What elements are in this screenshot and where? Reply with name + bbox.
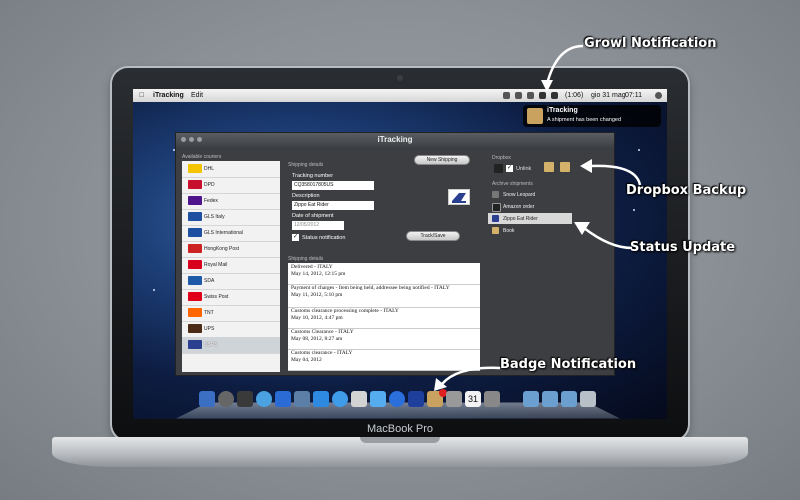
camera xyxy=(397,75,403,81)
photo-booth-icon[interactable] xyxy=(446,391,462,407)
menu-app-name[interactable]: iTracking xyxy=(153,89,184,102)
courier-item[interactable]: DHL xyxy=(182,161,280,178)
mission-control-icon[interactable] xyxy=(237,391,253,407)
description-label: Description xyxy=(292,193,320,199)
archive-item[interactable]: Book xyxy=(488,225,572,236)
description-field[interactable]: Zippo Eat Rider xyxy=(292,201,374,210)
menu-date[interactable]: gio 31 mag xyxy=(591,89,626,102)
folder-icon[interactable] xyxy=(523,391,539,407)
event-item[interactable]: Customs Clearance - ITALY May 08, 2012, 8… xyxy=(288,329,480,350)
date-field[interactable]: 12/05/2012 xyxy=(292,221,344,230)
spotlight-icon[interactable] xyxy=(655,92,662,99)
couriers-label: Available couriers xyxy=(182,154,222,160)
xcode-icon[interactable] xyxy=(275,391,291,407)
courier-item[interactable]: HongKong Post xyxy=(182,241,280,258)
package-icon xyxy=(544,162,554,172)
annotation-growl: Growl Notification xyxy=(584,36,717,51)
app-window: iTracking Available couriers DHL DPD Fed… xyxy=(175,132,615,376)
menu-bar:  iTracking Edit (1:06) gio 31 mag 07:11 xyxy=(133,89,667,102)
status-icon[interactable] xyxy=(503,92,510,99)
dropbox-icon xyxy=(494,164,503,173)
itunes-icon[interactable] xyxy=(389,391,405,407)
arrow-icon xyxy=(541,44,584,92)
archive-item[interactable]: Snow Leopard xyxy=(488,189,572,200)
courier-item[interactable]: GLS International xyxy=(182,225,280,242)
arrow-icon xyxy=(574,222,633,250)
status-notification-checkbox[interactable]: ✓ xyxy=(292,234,299,241)
event-item[interactable]: Delivered - ITALY May 14, 2012, 12:15 pm xyxy=(288,264,480,285)
safari-icon[interactable] xyxy=(332,391,348,407)
archive-item[interactable]: Amazon order xyxy=(488,201,572,212)
status-notification-label: Status notification xyxy=(302,235,346,241)
unlink-label[interactable]: Unlink xyxy=(516,166,531,172)
system-preferences-icon[interactable] xyxy=(484,391,500,407)
app-store-icon[interactable] xyxy=(256,391,272,407)
laptop-notch xyxy=(360,437,440,443)
archive-item-selected[interactable]: Zippo Eat Rider xyxy=(488,213,572,224)
courier-item[interactable]: GLS Italy xyxy=(182,209,280,226)
archive-label: Archive shipments xyxy=(492,181,533,187)
courier-item[interactable]: Fedex xyxy=(182,193,280,210)
launchpad-icon[interactable] xyxy=(218,391,234,407)
dock: 31 xyxy=(176,389,620,419)
trash-icon[interactable] xyxy=(580,391,596,407)
courier-item[interactable]: Swiss Post xyxy=(182,289,280,306)
details-label: Shipping details xyxy=(288,162,324,168)
preview-icon[interactable] xyxy=(294,391,310,407)
photos-icon[interactable] xyxy=(408,391,424,407)
unlink-checkbox[interactable]: ✓ xyxy=(506,165,513,172)
track-save-button[interactable]: Track/Save xyxy=(406,231,460,241)
date-label: Date of shipment xyxy=(292,213,334,219)
growl-notification[interactable]: iTracking A shipment has been changed xyxy=(523,105,661,127)
tracking-number-label: Tracking number xyxy=(292,173,334,179)
downloads-icon[interactable] xyxy=(561,391,577,407)
couriers-list: DHL DPD Fedex GLS Italy GLS Internationa… xyxy=(182,161,280,372)
courier-item[interactable]: UPS xyxy=(182,321,280,338)
event-item[interactable]: Payment of charges - Item being held, ad… xyxy=(288,285,480,308)
courier-item[interactable]: TNT xyxy=(182,305,280,322)
package-icon xyxy=(527,108,543,124)
window-title: iTracking xyxy=(377,135,413,144)
usps-logo xyxy=(448,189,470,205)
courier-item-selected[interactable]: USPS xyxy=(182,337,280,354)
arrow-icon xyxy=(580,159,642,186)
dictionary-icon[interactable] xyxy=(351,391,367,407)
annotation-badge: Badge Notification xyxy=(500,357,637,372)
laptop-brand: MacBook Pro xyxy=(366,423,434,435)
growl-title: iTracking xyxy=(547,107,578,114)
events-label: Shipping details xyxy=(288,256,324,262)
tracking-number-field[interactable]: CQ358017805US xyxy=(292,181,374,190)
arrow-icon xyxy=(434,366,501,391)
growl-message: A shipment has been changed xyxy=(547,117,622,123)
new-shipping-button[interactable]: New Shipping xyxy=(414,155,470,165)
courier-item[interactable]: DPD xyxy=(182,177,280,194)
menu-edit[interactable]: Edit xyxy=(191,89,203,102)
twitter-icon[interactable] xyxy=(370,391,386,407)
window-titlebar[interactable]: iTracking xyxy=(176,133,614,147)
courier-item[interactable]: Royal Mail xyxy=(182,257,280,274)
finder-icon[interactable] xyxy=(199,391,215,407)
menu-time[interactable]: 07:11 xyxy=(625,89,642,102)
event-item[interactable]: Customs clearance processing complete - … xyxy=(288,308,480,329)
calendar-icon[interactable]: 31 xyxy=(465,391,481,407)
status-icon[interactable] xyxy=(527,92,534,99)
mail-icon[interactable] xyxy=(313,391,329,407)
events-list: Delivered - ITALY May 14, 2012, 12:15 pm … xyxy=(288,263,480,371)
status-icon[interactable] xyxy=(515,92,522,99)
package-icon xyxy=(560,162,570,172)
dropbox-label: Dropbox xyxy=(492,155,511,161)
folder-icon[interactable] xyxy=(542,391,558,407)
courier-item[interactable]: SDA xyxy=(182,273,280,290)
annotation-status: Status Update xyxy=(630,240,736,255)
apple-icon[interactable]:  xyxy=(139,89,144,102)
